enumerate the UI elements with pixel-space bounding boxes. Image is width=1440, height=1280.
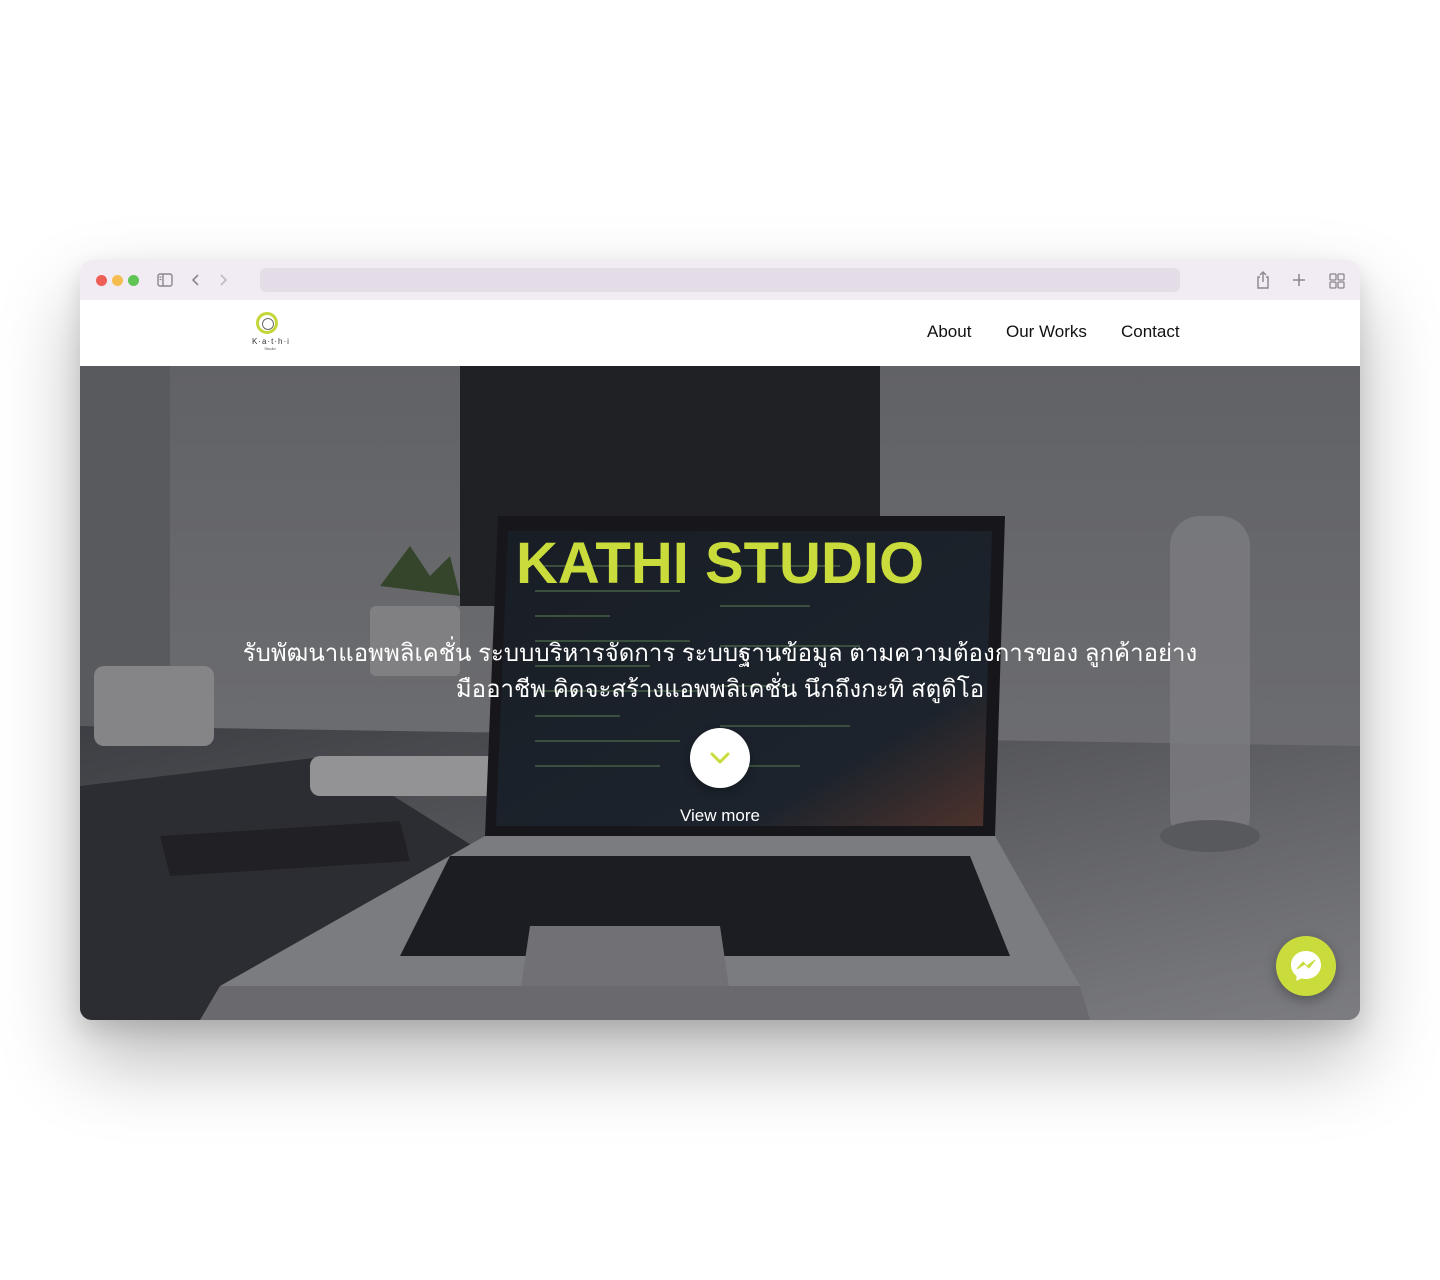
messenger-icon <box>1291 951 1321 981</box>
view-more-label[interactable]: View more <box>620 806 820 826</box>
forward-icon[interactable] <box>217 273 229 287</box>
nav-our-works[interactable]: Our Works <box>1006 322 1087 342</box>
hero-section: KATHI STUDIO รับพัฒนาแอพพลิเคชั่น ระบบบร… <box>80 366 1360 1020</box>
share-icon[interactable] <box>1255 270 1271 290</box>
logo-subtext: Studio <box>264 346 276 351</box>
site-header: K·a·t·h·i Studio About Our Works Contact <box>80 300 1360 366</box>
new-tab-icon[interactable] <box>1292 273 1306 287</box>
view-more-button[interactable] <box>690 728 750 788</box>
tab-overview-icon[interactable] <box>1329 273 1345 289</box>
close-window-button[interactable] <box>96 275 107 286</box>
site-logo[interactable]: K·a·t·h·i Studio <box>252 312 289 352</box>
sidebar-icon[interactable] <box>157 273 173 287</box>
back-icon[interactable] <box>190 273 202 287</box>
nav-contact[interactable]: Contact <box>1121 322 1180 342</box>
minimize-window-button[interactable] <box>112 275 123 286</box>
logo-ring-icon <box>256 312 278 334</box>
maximize-window-button[interactable] <box>128 275 139 286</box>
address-bar[interactable] <box>260 268 1180 292</box>
logo-text: K·a·t·h·i <box>252 337 290 346</box>
hero-description: รับพัฒนาแอพพลิเคชั่น ระบบบริหารจัดการ ระ… <box>242 640 1198 703</box>
chevron-down-icon <box>710 752 730 764</box>
nav-about[interactable]: About <box>927 322 971 342</box>
messenger-chat-button[interactable] <box>1276 936 1336 996</box>
hero-title: KATHI STUDIO <box>515 531 925 596</box>
browser-window: K·a·t·h·i Studio About Our Works Contact <box>80 260 1360 1020</box>
browser-toolbar <box>80 260 1360 300</box>
